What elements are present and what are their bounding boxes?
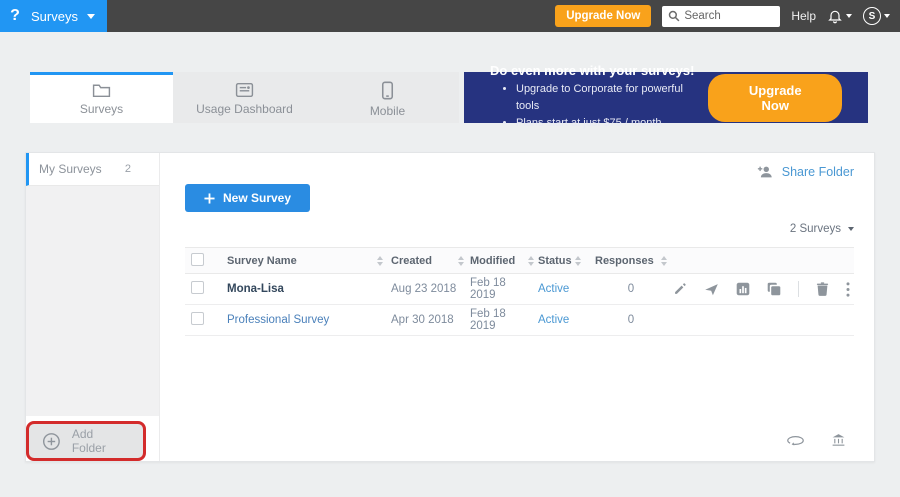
responses-count: 0	[595, 314, 667, 326]
tab-mobile[interactable]: Mobile	[316, 72, 459, 123]
survey-count-dropdown[interactable]: 2 Surveys	[185, 223, 854, 235]
upgrade-now-button[interactable]: Upgrade Now	[555, 5, 651, 27]
chevron-down-icon	[848, 227, 854, 231]
header-responses[interactable]: Responses	[583, 255, 673, 267]
sidebar-empty-area	[26, 186, 159, 416]
tab-label: Usage Dashboard	[196, 102, 293, 116]
share-person-plus-icon	[757, 165, 774, 179]
table-row: Professional Survey Apr 30 2018 Feb 18 2…	[185, 305, 854, 336]
history-loop-icon[interactable]	[787, 435, 804, 446]
surveys-panel: My Surveys 2 Add Folder Share Folder New…	[25, 152, 875, 462]
survey-name-link[interactable]: Mona-Lisa	[227, 283, 284, 295]
archive-bin-icon[interactable]	[831, 433, 846, 447]
notifications-menu[interactable]	[827, 8, 852, 24]
panel-footer-icons	[185, 433, 854, 447]
chevron-down-icon	[846, 14, 852, 18]
row-actions	[673, 281, 854, 297]
account-menu[interactable]: S	[863, 7, 890, 25]
send-plane-icon[interactable]	[704, 282, 719, 296]
divider	[798, 281, 799, 297]
table-header-row: Survey Name Created Modified Status Resp…	[185, 247, 854, 274]
sort-icon[interactable]	[458, 256, 464, 266]
table-row: Mona-Lisa Aug 23 2018 Feb 18 2019 Active…	[185, 274, 854, 305]
tabs-and-banner-row: Surveys Usage Dashboard Mobile Do even m…	[30, 72, 868, 123]
row-checkbox[interactable]	[191, 281, 204, 294]
product-label: Surveys	[31, 9, 78, 24]
new-survey-label: New Survey	[223, 191, 291, 205]
surveys-app-menu[interactable]: ? Surveys	[0, 0, 107, 32]
status-badge: Active	[538, 283, 569, 295]
chevron-down-icon	[87, 14, 95, 19]
delete-trash-icon[interactable]	[816, 282, 829, 296]
header-label: Status	[538, 255, 572, 267]
add-folder-button[interactable]: Add Folder	[26, 421, 146, 461]
header-created[interactable]: Created	[391, 255, 470, 267]
select-all-checkbox[interactable]	[191, 253, 204, 266]
help-link[interactable]: Help	[791, 9, 816, 23]
folder-icon	[92, 82, 111, 98]
tab-label: Mobile	[370, 104, 405, 118]
survey-name-link[interactable]: Professional Survey	[227, 314, 329, 326]
modified-date: Feb 18 2019	[470, 277, 534, 301]
sidebar-item-my-surveys[interactable]: My Surveys 2	[26, 153, 159, 186]
new-survey-button[interactable]: New Survey	[185, 184, 310, 212]
sort-icon[interactable]	[528, 256, 534, 266]
topbar: ? Surveys Upgrade Now Help S	[0, 0, 900, 32]
tab-label: Surveys	[80, 102, 123, 116]
header-survey-name[interactable]: Survey Name	[227, 255, 391, 267]
sort-icon[interactable]	[661, 256, 667, 266]
folder-count-badge: 2	[125, 163, 131, 175]
share-folder-link[interactable]: Share Folder	[185, 165, 854, 179]
banner-bullet: Upgrade to Corporate for powerful tools	[516, 81, 708, 115]
header-label: Survey Name	[227, 255, 297, 267]
survey-table: Survey Name Created Modified Status Resp…	[185, 247, 854, 336]
more-kebab-icon[interactable]	[846, 282, 850, 297]
banner-text: Do even more with your surveys! Upgrade …	[490, 63, 708, 132]
survey-list-area: Share Folder New Survey 2 Surveys Survey…	[160, 153, 874, 461]
plus-icon	[204, 193, 215, 204]
upgrade-banner: Do even more with your surveys! Upgrade …	[464, 72, 868, 123]
edit-pencil-icon[interactable]	[673, 282, 687, 296]
header-label: Created	[391, 255, 432, 267]
search-input[interactable]	[684, 10, 772, 22]
reports-chart-icon[interactable]	[736, 282, 750, 296]
search-box[interactable]	[662, 6, 780, 27]
circle-plus-icon	[42, 432, 61, 451]
tab-usage-dashboard[interactable]: Usage Dashboard	[173, 72, 316, 123]
copy-duplicate-icon[interactable]	[767, 282, 781, 296]
sort-icon[interactable]	[575, 256, 581, 266]
folders-sidebar: My Surveys 2 Add Folder	[26, 153, 160, 461]
add-folder-label: Add Folder	[72, 427, 130, 455]
banner-bullet: Plans start at just $75 / month	[516, 115, 708, 132]
header-modified[interactable]: Modified	[470, 255, 538, 267]
header-label: Modified	[470, 255, 515, 267]
responses-count: 0	[595, 283, 667, 295]
banner-upgrade-button[interactable]: Upgrade Now	[708, 74, 842, 122]
avatar: S	[863, 7, 881, 25]
search-icon	[668, 10, 680, 22]
modified-date: Feb 18 2019	[470, 308, 534, 332]
chevron-down-icon	[884, 14, 890, 18]
dashboard-icon	[235, 82, 254, 98]
header-label: Responses	[595, 255, 654, 267]
header-status[interactable]: Status	[538, 255, 583, 267]
app-logo-icon: ?	[8, 7, 22, 25]
banner-title: Do even more with your surveys!	[490, 63, 708, 78]
row-checkbox[interactable]	[191, 312, 204, 325]
share-folder-label: Share Folder	[782, 165, 854, 179]
created-date: Apr 30 2018	[391, 314, 454, 326]
tab-strip: Surveys Usage Dashboard Mobile	[30, 72, 459, 123]
sort-icon[interactable]	[377, 256, 383, 266]
tab-surveys[interactable]: Surveys	[30, 72, 173, 123]
mobile-phone-icon	[381, 81, 394, 100]
bell-icon	[827, 8, 843, 24]
survey-count-label: 2 Surveys	[790, 223, 841, 235]
created-date: Aug 23 2018	[391, 283, 456, 295]
status-badge: Active	[538, 314, 569, 326]
banner-bullet-list: Upgrade to Corporate for powerful tools …	[516, 81, 708, 132]
folder-label: My Surveys	[39, 162, 102, 176]
